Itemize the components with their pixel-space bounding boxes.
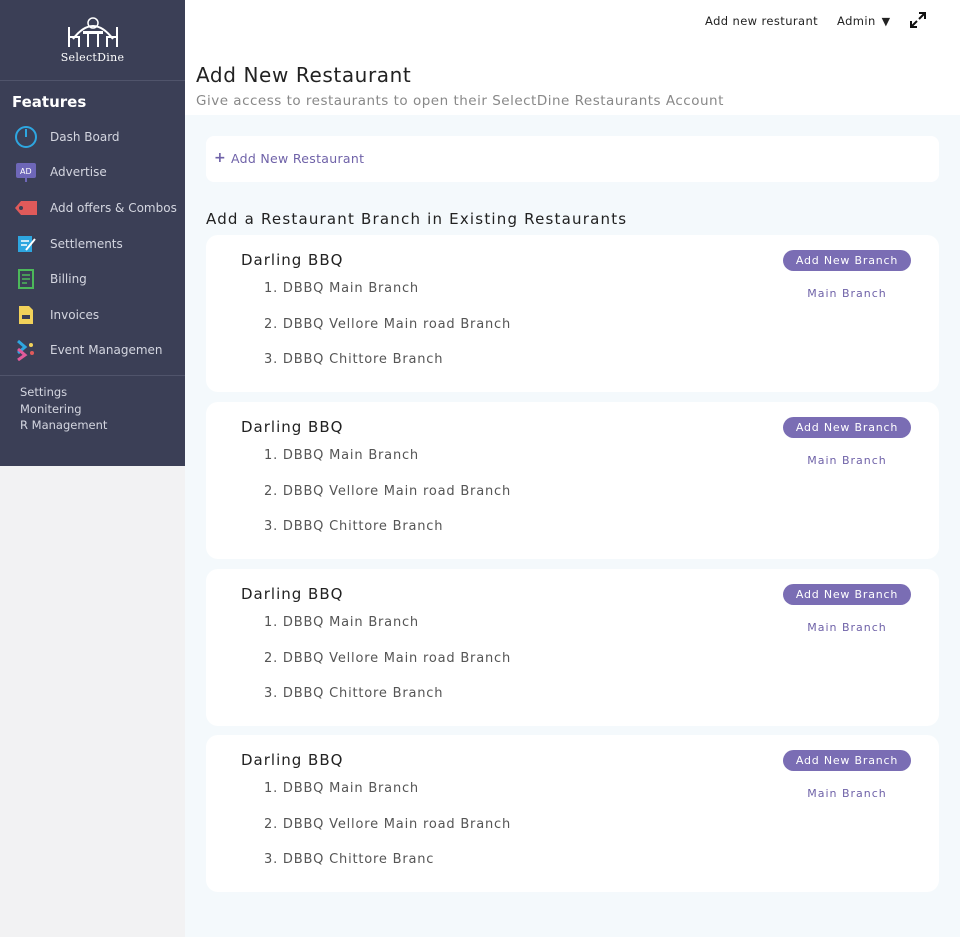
restaurant-card: Darling BBQ 1. DBBQ Main Branch 2. DBBQ … — [206, 569, 939, 726]
sidebar-link-settings[interactable]: Settings — [20, 384, 185, 400]
offer-tag-icon — [13, 196, 39, 220]
add-new-branch-button[interactable]: Add New Branch — [783, 250, 911, 271]
restaurant-card: Darling BBQ 1. DBBQ Main Branch 2. DBBQ … — [206, 235, 939, 392]
branch-item[interactable]: 1. DBBQ Main Branch — [264, 781, 511, 817]
sidebar-item-label: Settlements — [50, 236, 123, 251]
page-title: Add New Restaurant — [196, 63, 412, 87]
topbar: Add new resturant Admin ▼ — [185, 0, 960, 42]
sidebar-item-label: Invoices — [50, 307, 100, 322]
sidebar-item-billing[interactable]: Billing — [0, 261, 185, 297]
main-branch-link[interactable]: Main Branch — [783, 287, 911, 300]
add-new-restaurant-label: Add New Restaurant — [231, 150, 365, 166]
sidebar-item-events[interactable]: Event Managemen — [0, 333, 185, 369]
branch-item[interactable]: 1. DBBQ Main Branch — [264, 448, 511, 484]
settlement-icon — [13, 232, 39, 256]
add-new-restaurant-button[interactable]: + Add New Restaurant — [214, 150, 364, 166]
branch-item[interactable]: 3. DBBQ Chittore Branc — [264, 852, 511, 888]
fullscreen-icon[interactable] — [910, 12, 926, 32]
sidebar-link-monitoring[interactable]: Monitering — [20, 401, 185, 417]
branch-item[interactable]: 2. DBBQ Vellore Main road Branch — [264, 817, 511, 853]
branch-item[interactable]: 3. DBBQ Chittore Branch — [264, 686, 511, 722]
add-new-branch-button[interactable]: Add New Branch — [783, 750, 911, 771]
dashboard-icon — [13, 125, 39, 149]
sidebar-item-settlements[interactable]: Settlements — [0, 226, 185, 262]
restaurant-card: Darling BBQ 1. DBBQ Main Branch 2. DBBQ … — [206, 735, 939, 892]
sidebar-menu: Dash Board AD Advertise Add offers & Com… — [0, 119, 185, 368]
logo[interactable]: SelectDine — [0, 0, 185, 81]
sidebar-link-r-management[interactable]: R Management — [20, 417, 185, 433]
page-header: Add New Restaurant Give access to restau… — [185, 42, 960, 115]
ad-icon: AD — [13, 160, 39, 184]
branch-item[interactable]: 3. DBBQ Chittore Branch — [264, 519, 511, 555]
branch-item[interactable]: 1. DBBQ Main Branch — [264, 281, 511, 317]
branch-list: 1. DBBQ Main Branch 2. DBBQ Vellore Main… — [264, 615, 511, 722]
invoice-icon — [13, 303, 39, 327]
add-new-branch-button[interactable]: Add New Branch — [783, 417, 911, 438]
branch-item[interactable]: 1. DBBQ Main Branch — [264, 615, 511, 651]
branch-item[interactable]: 3. DBBQ Chittore Branch — [264, 352, 511, 388]
sidebar-item-label: Event Managemen — [50, 343, 163, 358]
add-restaurant-card: + Add New Restaurant — [206, 136, 939, 182]
sidebar-item-advertise[interactable]: AD Advertise — [0, 155, 185, 191]
branch-item[interactable]: 2. DBBQ Vellore Main road Branch — [264, 651, 511, 687]
sidebar-item-label: Advertise — [50, 165, 107, 180]
sidebar: SelectDine Features Dash Board AD Advert… — [0, 0, 185, 466]
restaurant-name: Darling BBQ — [241, 585, 344, 603]
restaurant-name: Darling BBQ — [241, 251, 344, 269]
main-content: + Add New Restaurant Add a Restaurant Br… — [185, 115, 960, 937]
main-branch-link[interactable]: Main Branch — [783, 787, 911, 800]
sidebar-item-label: Add offers & Combos — [50, 200, 177, 215]
sidebar-item-invoices[interactable]: Invoices — [0, 297, 185, 333]
sidebar-item-dashboard[interactable]: Dash Board — [0, 119, 185, 155]
chevron-down-icon: ▼ — [881, 14, 891, 28]
restaurant-name: Darling BBQ — [241, 751, 344, 769]
svg-text:AD: AD — [20, 167, 32, 176]
branch-list: 1. DBBQ Main Branch 2. DBBQ Vellore Main… — [264, 281, 511, 388]
sidebar-item-offers[interactable]: Add offers & Combos — [0, 190, 185, 226]
restaurant-name: Darling BBQ — [241, 418, 344, 436]
billing-icon — [13, 267, 39, 291]
event-icon — [13, 338, 39, 362]
features-title: Features — [12, 93, 87, 111]
logo-text: SelectDine — [60, 50, 125, 64]
admin-menu[interactable]: Admin ▼ — [837, 14, 891, 28]
plus-icon: + — [214, 150, 227, 166]
sidebar-item-label: Billing — [50, 272, 87, 287]
main-branch-link[interactable]: Main Branch — [783, 621, 911, 634]
add-new-branch-button[interactable]: Add New Branch — [783, 584, 911, 605]
branch-list: 1. DBBQ Main Branch 2. DBBQ Vellore Main… — [264, 781, 511, 888]
main-branch-link[interactable]: Main Branch — [783, 454, 911, 467]
branch-list: 1. DBBQ Main Branch 2. DBBQ Vellore Main… — [264, 448, 511, 555]
admin-label: Admin — [837, 14, 876, 28]
restaurant-card: Darling BBQ 1. DBBQ Main Branch 2. DBBQ … — [206, 402, 939, 559]
sidebar-item-label: Dash Board — [50, 129, 120, 144]
section-title: Add a Restaurant Branch in Existing Rest… — [206, 210, 628, 228]
restaurant-logo-icon — [67, 16, 118, 47]
sidebar-links: Settings Monitering R Management — [0, 376, 185, 433]
branch-item[interactable]: 2. DBBQ Vellore Main road Branch — [264, 484, 511, 520]
branch-item[interactable]: 2. DBBQ Vellore Main road Branch — [264, 317, 511, 353]
page-subtitle: Give access to restaurants to open their… — [196, 93, 724, 109]
add-new-restaurant-link[interactable]: Add new resturant — [705, 14, 818, 28]
